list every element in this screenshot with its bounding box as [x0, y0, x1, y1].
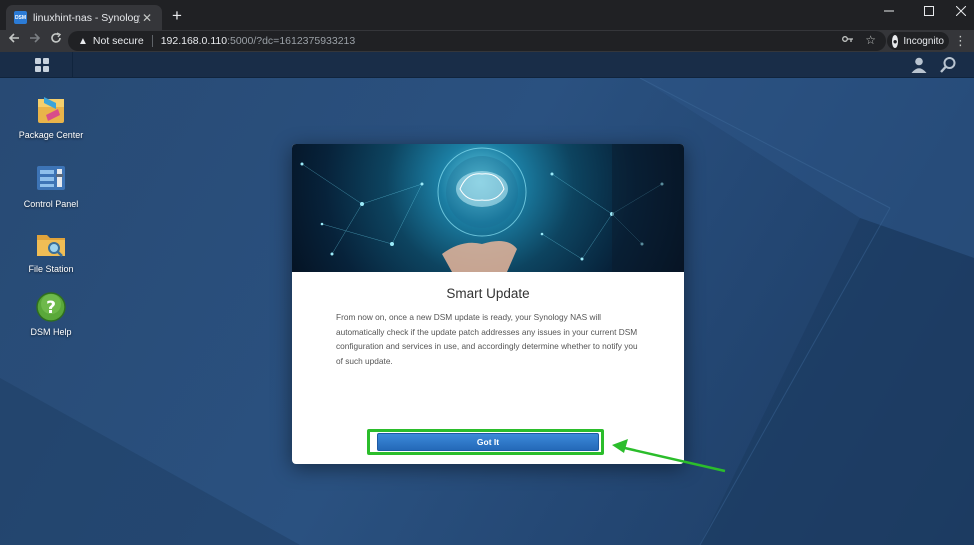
browser-menu-icon[interactable]: ⋮: [954, 33, 967, 49]
url-host: 192.168.0.110: [160, 35, 228, 47]
network-brain-illustration: [300, 144, 684, 272]
dsm-help-icon: ?: [36, 292, 66, 322]
forward-arrow-icon: [30, 33, 41, 43]
dsm-favicon-icon: DSM: [14, 11, 27, 24]
maximize-icon: [924, 6, 934, 16]
incognito-icon: ●: [892, 34, 899, 48]
desktop-icon-file-station[interactable]: File Station: [11, 227, 91, 274]
package-center-icon: [38, 97, 64, 123]
desktop-icon-label: Control Panel: [23, 199, 79, 209]
search-icon[interactable]: [939, 56, 957, 74]
close-window-button[interactable]: [946, 5, 974, 19]
back-arrow-icon: [8, 33, 19, 43]
tab-title: linuxhint-nas - Synology NAS: [33, 11, 140, 24]
security-status: Not secure: [92, 35, 144, 47]
reload-icon: [51, 32, 62, 43]
url-path: :5000/?dc=1612375933213: [227, 35, 356, 47]
key-icon[interactable]: [842, 34, 854, 46]
incognito-label: Incognito: [903, 35, 944, 47]
reload-button[interactable]: [47, 32, 65, 47]
main-menu-button[interactable]: [12, 52, 73, 78]
browser-tab[interactable]: DSM linuxhint-nas - Synology NAS ✕: [6, 5, 162, 30]
tab-close-icon[interactable]: ✕: [140, 11, 154, 25]
desktop-icon-package-center[interactable]: Package Center: [11, 93, 91, 140]
minimize-icon: [884, 10, 894, 12]
desktop-icon-label: File Station: [28, 264, 74, 274]
warning-icon: ▲: [78, 35, 88, 47]
control-panel-icon: [37, 166, 65, 190]
got-it-button[interactable]: Got It: [377, 433, 599, 451]
desktop-icon-label: Package Center: [18, 130, 84, 140]
browser-tab-bar: DSM linuxhint-nas - Synology NAS ✕ +: [0, 0, 974, 30]
dialog-hero-image: [292, 144, 684, 272]
dsm-taskbar: [0, 52, 974, 78]
smart-update-dialog: Smart Update From now on, once a new DSM…: [292, 144, 684, 464]
dialog-title: Smart Update: [446, 286, 530, 301]
incognito-badge[interactable]: ● Incognito: [887, 32, 949, 50]
new-tab-button[interactable]: +: [168, 7, 186, 24]
back-button[interactable]: [5, 32, 23, 47]
browser-toolbar: ▲ Not secure 192.168.0.110 :5000/?dc=161…: [0, 30, 974, 52]
user-icon[interactable]: [910, 56, 928, 74]
forward-button[interactable]: [26, 32, 44, 47]
minimize-button[interactable]: [874, 5, 904, 19]
desktop-icon-dsm-help[interactable]: ? DSM Help: [11, 290, 91, 337]
annotation-arrow-icon: [612, 439, 726, 473]
bookmark-star-icon[interactable]: ☆: [865, 33, 876, 47]
close-icon: [955, 5, 967, 17]
desktop-icon-control-panel[interactable]: Control Panel: [11, 162, 91, 209]
svg-text:?: ?: [46, 298, 56, 318]
maximize-button[interactable]: [914, 5, 944, 19]
dialog-message: From now on, once a new DSM update is re…: [336, 312, 638, 366]
file-station-icon: [37, 235, 65, 257]
omnibox-divider: [151, 35, 153, 47]
main-menu-icon: [35, 58, 49, 72]
desktop-icon-label: DSM Help: [30, 327, 72, 337]
address-bar[interactable]: ▲ Not secure 192.168.0.110 :5000/?dc=161…: [68, 31, 886, 51]
